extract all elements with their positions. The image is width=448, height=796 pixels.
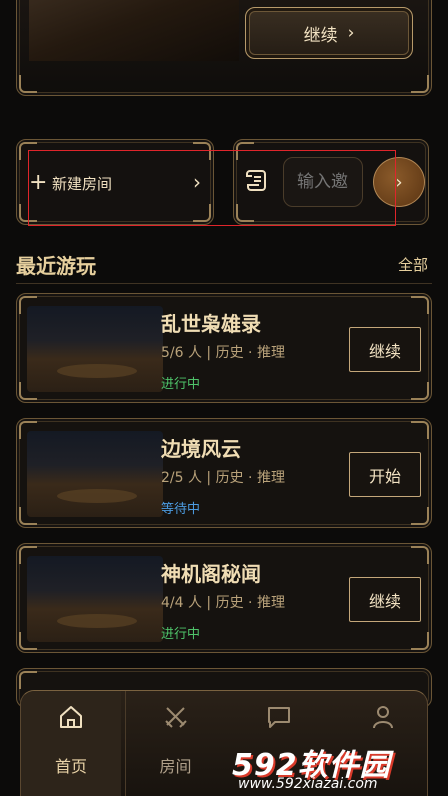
game-action-button[interactable]: 继续 bbox=[349, 577, 421, 622]
corner-ornament bbox=[19, 296, 37, 314]
corner-ornament bbox=[411, 546, 429, 564]
game-thumbnail bbox=[27, 306, 163, 392]
corner-ornament bbox=[19, 142, 37, 160]
corner-ornament bbox=[236, 142, 254, 160]
corner-ornament bbox=[411, 382, 429, 400]
corner-ornament bbox=[411, 75, 429, 93]
game-thumbnail bbox=[27, 556, 163, 642]
scroll-icon bbox=[246, 170, 266, 191]
game-card[interactable]: 乱世枭雄录 5/6 人 | 历史 · 推理 进行中 继续 bbox=[16, 293, 432, 403]
game-card[interactable]: 神机阁秘闻 4/4 人 | 历史 · 推理 进行中 继续 bbox=[16, 543, 432, 653]
home-icon bbox=[60, 706, 82, 728]
corner-ornament bbox=[411, 632, 429, 650]
game-name: 乱世枭雄录 bbox=[161, 312, 261, 336]
corner-ornament bbox=[411, 296, 429, 314]
chevron-right-icon: › bbox=[347, 23, 355, 43]
corner-ornament bbox=[19, 204, 37, 222]
corner-ornament bbox=[19, 671, 37, 689]
corner-ornament bbox=[236, 204, 254, 222]
featured-game-panel: 继续 › bbox=[16, 0, 432, 96]
tab-home-label: 首页 bbox=[54, 757, 87, 776]
corner-ornament bbox=[19, 632, 37, 650]
view-all-link[interactable]: 全部 bbox=[398, 254, 428, 275]
corner-ornament bbox=[193, 142, 211, 160]
create-room-button[interactable]: + 新建房间 › bbox=[16, 139, 214, 225]
continue-featured-label: 继续 bbox=[303, 25, 338, 46]
plus-icon: + bbox=[29, 170, 48, 195]
join-room-panel: › bbox=[233, 139, 429, 225]
tab-rooms[interactable]: 房间 bbox=[125, 691, 225, 796]
section-divider bbox=[16, 283, 432, 284]
game-status: 等待中 bbox=[161, 502, 201, 517]
recent-section-title: 最近游玩 bbox=[16, 254, 96, 278]
corner-ornament bbox=[19, 382, 37, 400]
game-card[interactable]: 边境风云 2/5 人 | 历史 · 推理 等待中 开始 bbox=[16, 418, 432, 528]
crossed-swords-icon bbox=[164, 707, 187, 728]
game-status: 进行中 bbox=[161, 627, 201, 642]
game-action-button[interactable]: 开始 bbox=[349, 452, 421, 497]
invite-code-input[interactable] bbox=[283, 157, 363, 207]
game-meta: 4/4 人 | 历史 · 推理 bbox=[161, 595, 285, 611]
create-room-label: 新建房间 bbox=[52, 175, 113, 193]
corner-ornament bbox=[19, 75, 37, 93]
join-room-button[interactable]: › bbox=[373, 157, 425, 207]
featured-game-image bbox=[29, 0, 239, 61]
tab-rooms-label: 房间 bbox=[159, 757, 192, 776]
chevron-right-icon: › bbox=[193, 170, 201, 194]
corner-ornament bbox=[411, 421, 429, 439]
corner-ornament bbox=[193, 204, 211, 222]
game-meta: 2/5 人 | 历史 · 推理 bbox=[161, 470, 285, 486]
tab-home[interactable]: 首页 bbox=[21, 691, 121, 796]
watermark-url: www.592xiazai.com bbox=[238, 776, 378, 792]
game-name: 神机阁秘闻 bbox=[161, 562, 261, 586]
game-status: 进行中 bbox=[161, 377, 201, 392]
watermark: 592软件园 www.592xiazai.com bbox=[228, 726, 443, 796]
corner-ornament bbox=[19, 507, 37, 525]
game-thumbnail bbox=[27, 431, 163, 517]
game-name: 边境风云 bbox=[161, 437, 241, 461]
continue-featured-button[interactable]: 继续 › bbox=[245, 7, 413, 59]
game-meta: 5/6 人 | 历史 · 推理 bbox=[161, 345, 285, 361]
game-action-button[interactable]: 继续 bbox=[349, 327, 421, 372]
corner-ornament bbox=[411, 507, 429, 525]
corner-ornament bbox=[19, 421, 37, 439]
corner-ornament bbox=[19, 546, 37, 564]
